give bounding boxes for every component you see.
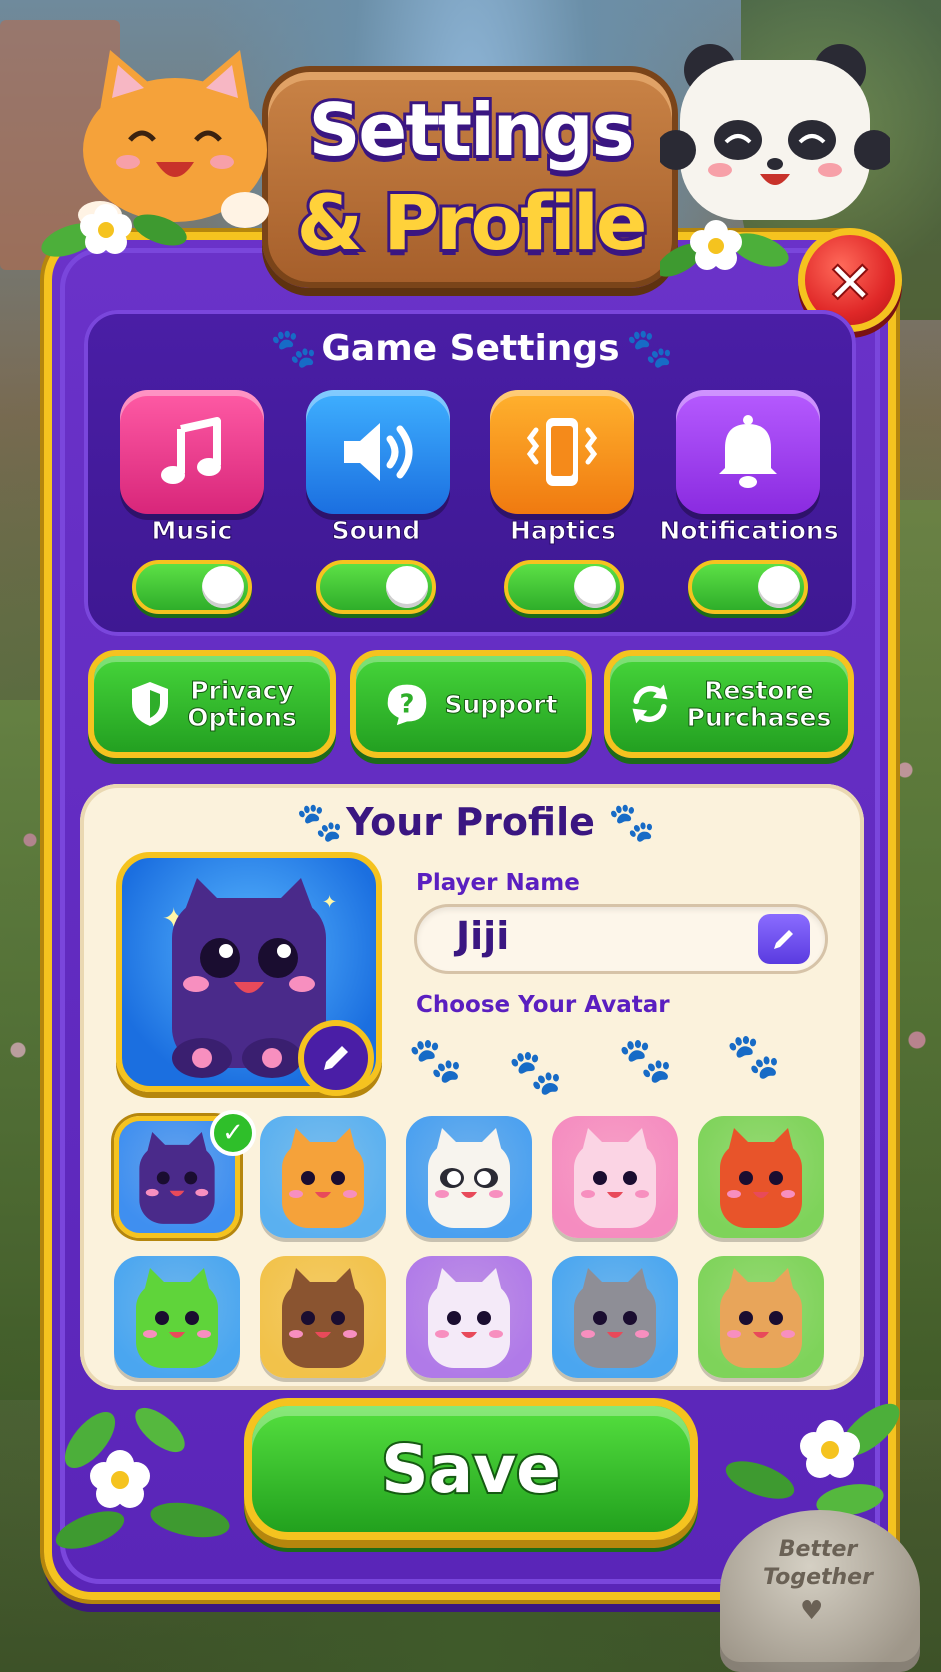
- paw-pattern: 🐾: [618, 1035, 673, 1086]
- shield-icon: [127, 681, 173, 727]
- stone-line2: Together: [763, 1565, 873, 1590]
- choose-avatar-label: Choose Your Avatar: [416, 992, 670, 1018]
- leaves-flower-bottom-left: [55, 1407, 230, 1549]
- paw-pattern: 🐾: [508, 1047, 563, 1098]
- heart-icon: ♥: [800, 1596, 824, 1626]
- refresh-icon: [627, 681, 673, 727]
- puppy-avatar-image: [720, 1268, 802, 1368]
- haptics-tile[interactable]: [490, 390, 634, 514]
- orange-cat-avatar-image: [282, 1128, 364, 1228]
- restore-line2: Purchases: [686, 703, 832, 732]
- selected-check-icon: ✓: [210, 1110, 256, 1156]
- leaves-flower-top-left: [41, 204, 187, 257]
- haptics-toggle[interactable]: [504, 560, 624, 614]
- privacy-line2: Options: [187, 703, 298, 732]
- paw-pattern: 🐾: [408, 1035, 463, 1086]
- notifications-label: Notifications: [659, 516, 839, 546]
- save-label: Save: [379, 1429, 563, 1510]
- sound-label: Sound: [331, 516, 421, 546]
- edit-name-button[interactable]: [758, 914, 810, 964]
- avatar-option-lilac-cat[interactable]: [406, 1256, 532, 1378]
- avatar-option-bunny[interactable]: [552, 1116, 678, 1238]
- leaves-flower-top-right: [660, 220, 789, 277]
- svg-text:?: ?: [400, 689, 415, 719]
- fox-avatar-image: [720, 1128, 802, 1228]
- question-bubble-icon: ?: [384, 681, 430, 727]
- privacy-options-label: Privacy Options: [187, 676, 298, 732]
- toggle-knob: [386, 566, 428, 608]
- avatar-option-grey-cat[interactable]: [552, 1256, 678, 1378]
- haptics-label: Haptics: [510, 516, 617, 546]
- bell-icon: [719, 415, 777, 488]
- paw-pattern: 🐾: [726, 1031, 781, 1082]
- restore-line1: Restore: [704, 676, 814, 705]
- pencil-icon: [324, 1046, 348, 1070]
- save-button[interactable]: Save: [244, 1398, 698, 1540]
- privacy-options-button[interactable]: Privacy Options: [88, 650, 336, 758]
- toggle-knob: [574, 566, 616, 608]
- notifications-tile[interactable]: [676, 390, 820, 514]
- frog-avatar-image: [136, 1268, 218, 1368]
- toggle-knob: [758, 566, 800, 608]
- avatar-option-frog[interactable]: [114, 1256, 240, 1378]
- restore-purchases-button[interactable]: Restore Purchases: [604, 650, 854, 758]
- game-settings-title: Game Settings: [321, 328, 620, 369]
- music-toggle[interactable]: [132, 560, 252, 614]
- stone-line1: Better: [778, 1537, 858, 1562]
- sound-tile[interactable]: [306, 390, 450, 514]
- notifications-toggle[interactable]: [688, 560, 808, 614]
- vibrating-phone-icon: [526, 418, 598, 486]
- sound-toggle[interactable]: [316, 560, 436, 614]
- speaker-icon: [344, 423, 413, 481]
- restore-purchases-label: Restore Purchases: [686, 676, 832, 732]
- avatar-option-fox[interactable]: [698, 1116, 824, 1238]
- player-name-label: Player Name: [416, 870, 580, 896]
- support-button[interactable]: ? Support: [350, 650, 592, 758]
- avatar-option-puppy[interactable]: [698, 1256, 824, 1378]
- stone-text: Better Together: [728, 1536, 908, 1592]
- lilac-cat-avatar-image: [428, 1268, 510, 1368]
- close-icon: ×: [825, 246, 876, 314]
- bunny-avatar-image: [574, 1128, 656, 1228]
- grey-cat-avatar-image: [574, 1268, 656, 1368]
- edit-avatar-button[interactable]: [298, 1020, 374, 1096]
- music-label: Music: [151, 516, 233, 546]
- panda-avatar-image: [428, 1128, 510, 1228]
- avatar-option-panda[interactable]: [406, 1116, 532, 1238]
- bear-avatar-image: [282, 1268, 364, 1368]
- svg-text:✦: ✦: [322, 892, 337, 913]
- pencil-icon: [774, 930, 793, 949]
- avatar-option-bear[interactable]: [260, 1256, 386, 1378]
- player-name-value[interactable]: Jiji: [456, 914, 509, 958]
- music-tile[interactable]: [120, 390, 264, 514]
- support-label: Support: [444, 689, 558, 719]
- toggle-knob: [202, 566, 244, 608]
- avatar-option-orange-cat[interactable]: [260, 1116, 386, 1238]
- privacy-line1: Privacy: [190, 676, 295, 705]
- your-profile-title: Your Profile: [346, 800, 595, 844]
- music-note-icon: [161, 417, 221, 484]
